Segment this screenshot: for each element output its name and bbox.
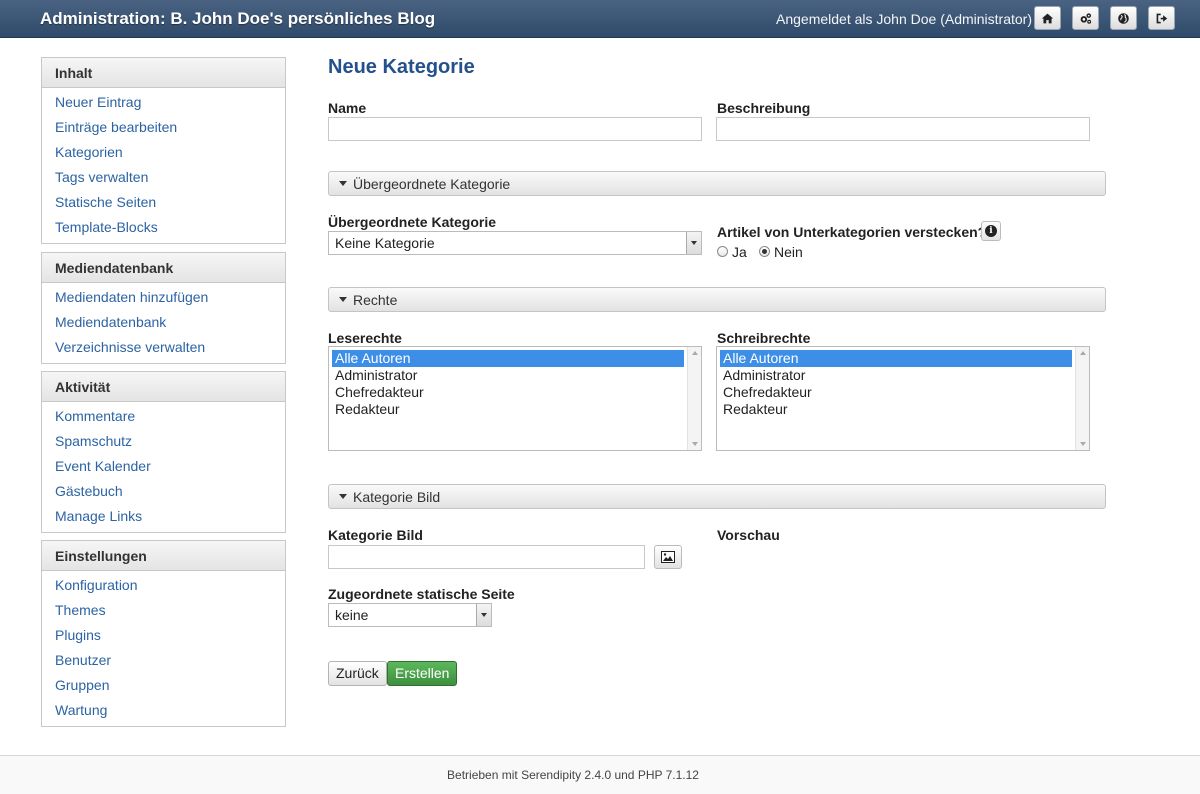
list-option[interactable]: Alle Autoren <box>720 350 1072 367</box>
caret-down-icon <box>339 494 347 499</box>
page-title: Neue Kategorie <box>328 56 475 78</box>
preview-label: Vorschau <box>717 527 780 543</box>
sidebar-item-template-blocks[interactable]: Template-Blocks <box>55 219 158 235</box>
list-option[interactable]: Alle Autoren <box>332 350 684 367</box>
sidebar-heading: Inhalt <box>42 58 285 88</box>
home-button[interactable] <box>1034 6 1061 30</box>
radio-ja[interactable] <box>717 246 728 257</box>
scrollbar[interactable] <box>687 347 701 450</box>
sidebar-item-kommentare[interactable]: Kommentare <box>55 408 135 424</box>
radio-nein-label: Nein <box>774 244 803 260</box>
section-toggle-kategorie-bild[interactable]: Kategorie Bild <box>328 484 1106 509</box>
read-rights-list[interactable]: Alle Autoren Administrator Chefredakteur… <box>328 346 702 451</box>
image-label: Kategorie Bild <box>328 527 423 543</box>
parent-category-select[interactable]: Keine Kategorie <box>328 231 702 255</box>
sidebar-item-benutzer[interactable]: Benutzer <box>55 652 111 668</box>
name-input[interactable] <box>328 117 702 141</box>
sidebar-item-event-kalender[interactable]: Event Kalender <box>55 458 151 474</box>
sidebar-heading: Aktivität <box>42 372 285 402</box>
sidebar-heading: Mediendatenbank <box>42 253 285 283</box>
radio-ja-label: Ja <box>732 244 747 260</box>
list-option[interactable]: Chefredakteur <box>720 384 1072 401</box>
sidebar-section-mediendatenbank: Mediendatenbank Mediendaten hinzufügen M… <box>41 252 286 364</box>
sidebar-item-manage-links[interactable]: Manage Links <box>55 508 142 524</box>
sidebar-item-mediendaten-hinzufuegen[interactable]: Mediendaten hinzufügen <box>55 289 208 305</box>
name-label: Name <box>328 100 367 116</box>
sidebar-item-spamschutz[interactable]: Spamschutz <box>55 433 132 449</box>
sidebar-item-eintraege-bearbeiten[interactable]: Einträge bearbeiten <box>55 119 177 135</box>
info-button[interactable]: i <box>981 221 1001 241</box>
list-option[interactable]: Administrator <box>720 367 1072 384</box>
top-bar: Administration: B. John Doe's persönlich… <box>0 0 1200 38</box>
sidebar-section-inhalt: Inhalt Neuer Eintrag Einträge bearbeiten… <box>41 57 286 244</box>
sidebar-item-themes[interactable]: Themes <box>55 602 106 618</box>
write-rights-list[interactable]: Alle Autoren Administrator Chefredakteur… <box>716 346 1090 451</box>
sidebar-section-aktivitaet: Aktivität Kommentare Spamschutz Event Ka… <box>41 371 286 533</box>
radio-nein[interactable] <box>759 246 770 257</box>
create-button[interactable]: Erstellen <box>387 661 458 686</box>
admin-title: Administration: B. John Doe's persönlich… <box>40 9 436 28</box>
hide-subcategories-label: Artikel von Unterkategorien verstecken? <box>717 224 987 240</box>
caret-down-icon <box>339 181 347 186</box>
write-rights-label: Schreibrechte <box>717 330 811 346</box>
section-title: Übergeordnete Kategorie <box>353 176 511 192</box>
info-icon: i <box>985 225 997 237</box>
settings-button[interactable] <box>1072 6 1099 30</box>
list-option[interactable]: Administrator <box>332 367 684 384</box>
select-value: keine <box>335 607 369 623</box>
back-button[interactable]: Zurück <box>328 661 387 686</box>
globe-icon <box>1118 12 1129 24</box>
sidebar-item-kategorien[interactable]: Kategorien <box>55 144 123 160</box>
caret-down-icon <box>339 297 347 302</box>
sidebar-item-konfiguration[interactable]: Konfiguration <box>55 577 138 593</box>
logout-button[interactable] <box>1148 6 1175 30</box>
list-option[interactable]: Chefredakteur <box>332 384 684 401</box>
image-path-input[interactable] <box>328 545 645 569</box>
sidebar-item-tags-verwalten[interactable]: Tags verwalten <box>55 169 148 185</box>
sidebar-item-plugins[interactable]: Plugins <box>55 627 101 643</box>
parent-category-label: Übergeordnete Kategorie <box>328 214 497 230</box>
sidebar-item-wartung[interactable]: Wartung <box>55 702 107 718</box>
footer-text: Betrieben mit Serendipity 2.4.0 und PHP … <box>447 768 699 782</box>
list-option[interactable]: Redakteur <box>332 401 684 418</box>
read-rights-label: Leserechte <box>328 330 402 346</box>
sidebar-item-gaestebuch[interactable]: Gästebuch <box>55 483 123 499</box>
static-page-select[interactable]: keine <box>328 603 492 627</box>
scrollbar[interactable] <box>1075 347 1089 450</box>
sidebar-item-mediendatenbank[interactable]: Mediendatenbank <box>55 314 166 330</box>
image-icon <box>661 551 675 563</box>
section-toggle-parent-category[interactable]: Übergeordnete Kategorie <box>328 171 1106 196</box>
static-page-label: Zugeordnete statische Seite <box>328 586 515 602</box>
logout-icon <box>1156 13 1168 23</box>
sidebar-item-statische-seiten[interactable]: Statische Seiten <box>55 194 156 210</box>
sidebar-heading: Einstellungen <box>42 541 285 571</box>
sidebar-item-gruppen[interactable]: Gruppen <box>55 677 109 693</box>
footer: Betrieben mit Serendipity 2.4.0 und PHP … <box>0 755 1200 794</box>
beschreibung-input[interactable] <box>716 117 1090 141</box>
section-toggle-rechte[interactable]: Rechte <box>328 287 1106 312</box>
sidebar-section-einstellungen: Einstellungen Konfiguration Themes Plugi… <box>41 540 286 727</box>
section-title: Rechte <box>353 292 398 308</box>
list-option[interactable]: Redakteur <box>720 401 1072 418</box>
chevron-down-icon <box>476 604 491 626</box>
choose-image-button[interactable] <box>654 545 682 569</box>
sidebar-item-neuer-eintrag[interactable]: Neuer Eintrag <box>55 94 141 110</box>
chevron-down-icon <box>686 232 701 254</box>
beschreibung-label: Beschreibung <box>717 100 811 116</box>
section-title: Kategorie Bild <box>353 489 441 505</box>
select-value: Keine Kategorie <box>335 235 435 251</box>
view-blog-button[interactable] <box>1110 6 1137 30</box>
sidebar-item-verzeichnisse-verwalten[interactable]: Verzeichnisse verwalten <box>55 339 205 355</box>
cogs-icon <box>1080 12 1092 24</box>
home-icon <box>1041 13 1054 23</box>
logged-in-user: Angemeldet als John Doe (Administrator) <box>776 11 1033 27</box>
